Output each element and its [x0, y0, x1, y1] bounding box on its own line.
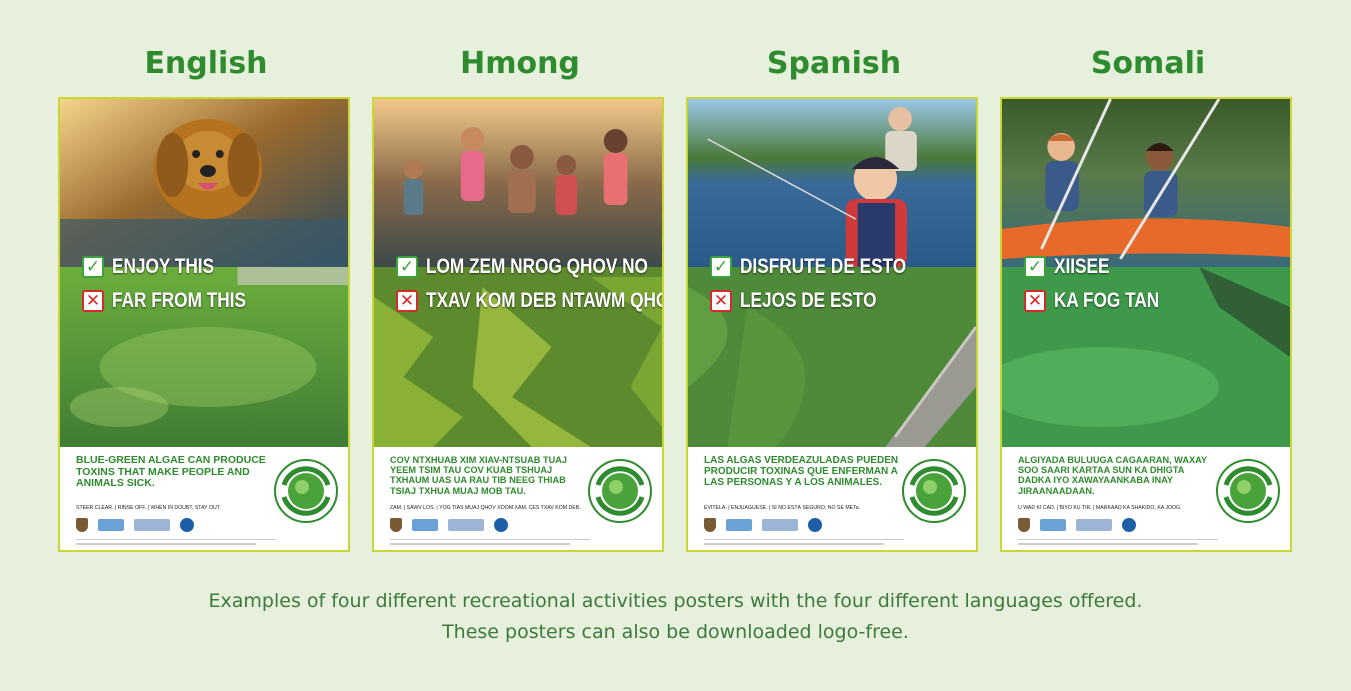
new-water-logo: [1040, 519, 1066, 531]
poster-hmong[interactable]: ✓ LOM ZEM NROG QHOV NO ✕ TXAV KOM DEB NT…: [372, 97, 664, 552]
x-mark-icon: ✕: [396, 290, 418, 312]
poster-somali[interactable]: ✓ XIISEE ✕ KA FOG TAN ALGIYADA BULUUGA C…: [1000, 97, 1292, 552]
far-text: LEJOS DE ESTO: [740, 289, 877, 312]
coastal-program-logo: [762, 519, 798, 531]
noaa-logo: [180, 518, 194, 532]
poster-subline: U WAD KI CAD. | BIYO KU TIR. | MARKAAD K…: [1018, 505, 1182, 511]
poster-headline: LAS ALGAS VERDEAZULADAS PUEDEN PRODUCIR …: [704, 455, 899, 488]
new-water-logo: [412, 519, 438, 531]
far-row: ✕ LEJOS DE ESTO: [710, 287, 970, 315]
sponsor-logos: [704, 515, 864, 535]
enjoy-row: ✓ DISFRUTE DE ESTO: [710, 253, 970, 281]
avoid-the-ick-badge: [274, 459, 338, 523]
sponsor-logos: [1018, 515, 1178, 535]
poster-info-panel: LAS ALGAS VERDEAZULADAS PUEDEN PRODUCIR …: [688, 447, 976, 550]
checkmark-icon: ✓: [1024, 256, 1046, 278]
enjoy-row: ✓ XIISEE: [1024, 253, 1284, 281]
label-hmong: Hmong: [460, 46, 580, 81]
enjoy-row: ✓ LOM ZEM NROG QHOV NO: [396, 253, 656, 281]
fine-print: [390, 539, 590, 546]
far-row: ✕ KA FOG TAN: [1024, 287, 1284, 315]
poster-info-panel: BLUE-GREEN ALGAE CAN PRODUCE TOXINS THAT…: [60, 447, 348, 550]
noaa-logo: [494, 518, 508, 532]
poster-showcase: English Hmong Spanish Somali ✓ ENJOY THI…: [0, 0, 1351, 691]
avoid-the-ick-badge: [588, 459, 652, 523]
far-row: ✕ TXAV KOM DEB NTAWM QHOV NO: [396, 287, 662, 315]
poster-english[interactable]: ✓ ENJOY THIS ✕ FAR FROM THIS BLUE-GREEN …: [58, 97, 350, 552]
avoid-the-ick-badge: [1216, 459, 1280, 523]
dnr-shield-logo: [76, 518, 88, 532]
enjoy-text: LOM ZEM NROG QHOV NO: [426, 255, 648, 278]
check-list: ✓ XIISEE ✕ KA FOG TAN: [1024, 253, 1284, 321]
noaa-logo: [808, 518, 822, 532]
poster-info-panel: COV NTXHUAB XIM XIAV-NTSUAB TUAJ YEEM TS…: [374, 447, 662, 550]
poster-headline: BLUE-GREEN ALGAE CAN PRODUCE TOXINS THAT…: [76, 454, 266, 489]
far-text: FAR FROM THIS: [112, 289, 246, 312]
checkmark-icon: ✓: [82, 256, 104, 278]
new-water-logo: [98, 519, 124, 531]
coastal-program-logo: [1076, 519, 1112, 531]
x-mark-icon: ✕: [710, 290, 732, 312]
sponsor-logos: [390, 515, 550, 535]
caption-line-1: Examples of four different recreational …: [208, 590, 1143, 612]
label-english: English: [144, 46, 268, 81]
label-spanish: Spanish: [766, 46, 902, 81]
poster-headline: COV NTXHUAB XIM XIAV-NTSUAB TUAJ YEEM TS…: [390, 455, 567, 496]
fine-print: [76, 539, 276, 546]
far-text: KA FOG TAN: [1054, 289, 1160, 312]
coastal-program-logo: [448, 519, 484, 531]
new-water-logo: [726, 519, 752, 531]
coastal-program-logo: [134, 519, 170, 531]
enjoy-text: DISFRUTE DE ESTO: [740, 255, 907, 278]
caption: Examples of four different recreational …: [0, 586, 1351, 648]
dnr-shield-logo: [1018, 518, 1030, 532]
check-list: ✓ ENJOY THIS ✕ FAR FROM THIS: [82, 253, 342, 321]
x-mark-icon: ✕: [1024, 290, 1046, 312]
avoid-the-ick-badge: [902, 459, 966, 523]
family-wading-photo: [374, 99, 662, 267]
fine-print: [1018, 539, 1218, 546]
poster-spanish[interactable]: ✓ DISFRUTE DE ESTO ✕ LEJOS DE ESTO LAS A…: [686, 97, 978, 552]
noaa-logo: [1122, 518, 1136, 532]
poster-headline: ALGIYADA BULUUGA CAGAARAN, WAXAY SOO SAA…: [1018, 455, 1207, 496]
x-mark-icon: ✕: [82, 290, 104, 312]
dnr-shield-logo: [704, 518, 716, 532]
fishing-boy-photo: [688, 99, 976, 267]
kayaking-photo: [1002, 99, 1290, 267]
fine-print: [704, 539, 904, 546]
far-text: TXAV KOM DEB NTAWM QHOV NO: [426, 289, 662, 312]
enjoy-row: ✓ ENJOY THIS: [82, 253, 342, 281]
caption-line-2: These posters can also be downloaded log…: [442, 621, 909, 643]
sponsor-logos: [76, 515, 236, 535]
enjoy-text: XIISEE: [1054, 255, 1110, 278]
checkmark-icon: ✓: [710, 256, 732, 278]
far-row: ✕ FAR FROM THIS: [82, 287, 342, 315]
poster-subline: EVÍTELA. | ENJUÁGUESE. | SI NO ESTÁ SEGU…: [704, 505, 861, 511]
poster-subline: ZAM. | SAWV LOS. | YOG TIAS MUAJ QHOV XO…: [390, 505, 581, 511]
poster-info-panel: ALGIYADA BULUUGA CAGAARAN, WAXAY SOO SAA…: [1002, 447, 1290, 550]
dnr-shield-logo: [390, 518, 402, 532]
poster-subline: STEER CLEAR. | RINSE OFF. | WHEN IN DOUB…: [76, 505, 221, 511]
label-somali: Somali: [1090, 46, 1206, 81]
dog-swimming-photo: [60, 99, 348, 267]
checkmark-icon: ✓: [396, 256, 418, 278]
enjoy-text: ENJOY THIS: [112, 255, 215, 278]
check-list: ✓ DISFRUTE DE ESTO ✕ LEJOS DE ESTO: [710, 253, 970, 321]
check-list: ✓ LOM ZEM NROG QHOV NO ✕ TXAV KOM DEB NT…: [396, 253, 662, 321]
